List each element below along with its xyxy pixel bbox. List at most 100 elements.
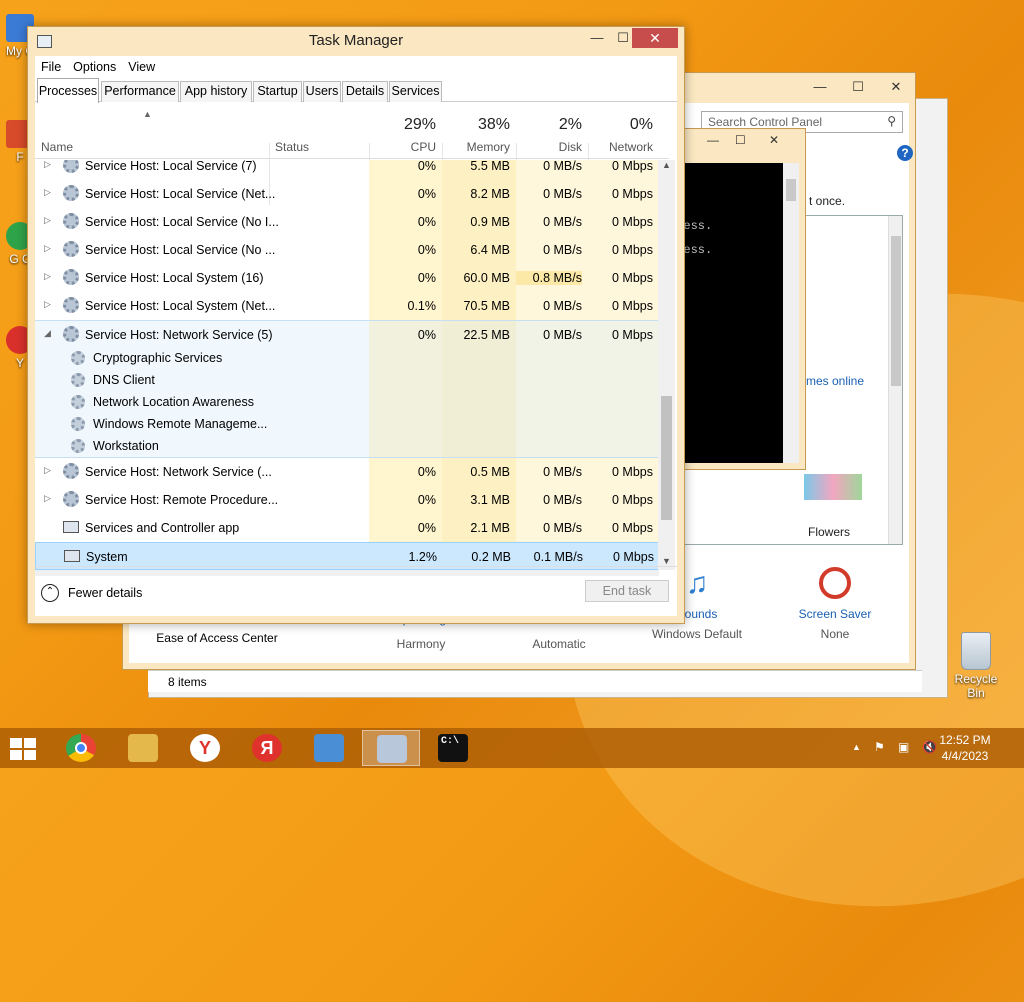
disk-label: Disk xyxy=(558,140,582,154)
close-button[interactable]: ✕ xyxy=(879,77,913,97)
service-child-row[interactable]: DNS Client xyxy=(35,369,659,391)
table-row[interactable]: ▷ Service Host: Network Service (... 0% … xyxy=(35,458,659,486)
memory-value: 2.1 MB xyxy=(470,521,510,535)
help-icon[interactable]: ? xyxy=(897,145,913,161)
close-button[interactable]: ✕ xyxy=(632,28,678,48)
end-task-button[interactable]: End task xyxy=(585,580,669,602)
minimize-button[interactable]: — xyxy=(584,28,610,48)
tab-details[interactable]: Details xyxy=(342,81,388,102)
cpu-value: 0% xyxy=(417,243,436,257)
taskbar-yandex[interactable]: Я xyxy=(238,730,296,766)
flowers-theme-thumb[interactable] xyxy=(804,474,862,500)
taskbar-chrome[interactable] xyxy=(52,730,110,766)
ease-of-access-item[interactable]: Ease of Access Center xyxy=(147,631,287,645)
scrollbar-thumb[interactable] xyxy=(891,236,901,386)
search-icon[interactable]: ⚲ xyxy=(887,114,896,128)
table-row[interactable]: ▷ Service Host: Local Service (7) 0% 5.5… xyxy=(35,160,659,180)
column-disk[interactable]: 2% Disk xyxy=(516,103,588,159)
minimize-button[interactable]: — xyxy=(803,77,837,97)
minimize-button[interactable]: — xyxy=(707,133,719,147)
expand-icon[interactable]: ▷ xyxy=(44,160,51,170)
table-row[interactable]: ◢ Service Host: Network Service (5) 0% 2… xyxy=(35,321,659,349)
disk-value: 0 MB/s xyxy=(543,299,582,313)
expand-icon[interactable]: ▷ xyxy=(44,465,51,476)
footer: ⌃ Fewer details End task xyxy=(35,566,677,616)
taskbar-control-panel[interactable] xyxy=(300,730,358,766)
theme-list-scrollbar[interactable] xyxy=(888,216,902,544)
fewer-details-link[interactable]: Fewer details xyxy=(68,586,142,600)
service-child-row[interactable]: Workstation xyxy=(35,435,659,457)
tab-users[interactable]: Users xyxy=(303,81,341,102)
scroll-up-icon[interactable]: ▲ xyxy=(658,160,675,174)
column-cpu[interactable]: 29% CPU xyxy=(369,103,442,159)
memory-value: 5.5 MB xyxy=(470,160,510,173)
get-more-themes-link[interactable]: mes online xyxy=(806,374,864,388)
item-value: Automatic xyxy=(532,637,586,651)
tab-performance[interactable]: Performance xyxy=(101,81,179,102)
close-button[interactable]: ✕ xyxy=(769,133,779,147)
console-scrollbar[interactable] xyxy=(783,163,799,463)
tab-services[interactable]: Services xyxy=(389,81,442,102)
service-gear-icon xyxy=(63,297,79,313)
disk-value: 0 MB/s xyxy=(543,493,582,507)
recycle-bin[interactable]: Recycle Bin xyxy=(946,632,1006,700)
column-network[interactable]: 0% Network xyxy=(588,103,659,159)
expanded-process-group[interactable]: ◢ Service Host: Network Service (5) 0% 2… xyxy=(35,320,659,458)
service-child-row[interactable]: Cryptographic Services xyxy=(35,347,659,369)
maximize-button[interactable]: ☐ xyxy=(735,133,746,147)
service-child-row[interactable]: Network Location Awareness xyxy=(35,391,659,413)
cpu-value: 0% xyxy=(417,521,436,535)
column-name[interactable]: Name xyxy=(41,140,73,154)
start-button[interactable] xyxy=(10,738,38,760)
table-row[interactable]: ▷ Service Host: Local Service (No ... 0%… xyxy=(35,236,659,264)
application-icon xyxy=(64,550,80,562)
scrollbar-thumb[interactable] xyxy=(786,179,796,201)
table-row[interactable]: Services and Controller app 0% 2.1 MB 0 … xyxy=(35,514,659,542)
table-row[interactable]: ▷ Service Host: Local Service (Net... 0%… xyxy=(35,180,659,208)
table-row[interactable]: ▷ Service Host: Local System (16) 0% 60.… xyxy=(35,264,659,292)
tab-processes[interactable]: Processes xyxy=(37,78,99,103)
process-name: Service Host: Local Service (7) xyxy=(85,160,257,173)
expand-icon[interactable]: ▷ xyxy=(44,215,51,226)
taskbar-file-explorer[interactable] xyxy=(114,730,172,766)
column-memory[interactable]: 38% Memory xyxy=(442,103,516,159)
tab-app-history[interactable]: App history xyxy=(180,81,252,102)
memory-label: Memory xyxy=(466,140,510,154)
search-placeholder: Search Control Panel xyxy=(708,115,823,129)
tab-startup[interactable]: Startup xyxy=(253,81,302,102)
task-manager-body: File Options View Processes Performance Ap… xyxy=(35,56,677,616)
expand-icon[interactable]: ▷ xyxy=(44,187,51,198)
menu-options[interactable]: Options xyxy=(67,56,122,74)
table-row[interactable]: ▷ Service Host: Local Service (No I... 0… xyxy=(35,208,659,236)
show-hidden-icons-button[interactable]: ▲ xyxy=(852,742,861,752)
menu-file[interactable]: File xyxy=(35,56,67,74)
scrollbar-thumb[interactable] xyxy=(661,396,672,520)
task-manager-window[interactable]: Task Manager — ☐ ✕ File Options View Proce… xyxy=(27,26,685,624)
process-list-scrollbar[interactable]: ▲ ▼ xyxy=(658,160,675,570)
cpu-value: 0.1% xyxy=(407,299,437,313)
process-list[interactable]: ▷ Service Host: Local Service (7) 0% 5.5… xyxy=(35,160,659,570)
maximize-button[interactable]: ☐ xyxy=(841,77,875,97)
service-child-row[interactable]: Windows Remote Manageme... xyxy=(35,413,659,435)
screen-saver-item[interactable]: Screen Saver None xyxy=(765,561,905,641)
menu-bar: File Options View xyxy=(35,56,677,78)
table-row[interactable]: ▷ Service Host: Remote Procedure... 0% 3… xyxy=(35,486,659,514)
taskbar-command-prompt[interactable]: C:\ xyxy=(424,730,482,766)
taskbar-yandex-browser[interactable]: Y xyxy=(176,730,234,766)
expand-icon[interactable]: ▷ xyxy=(44,271,51,282)
expand-icon[interactable]: ▷ xyxy=(44,493,51,504)
network-icon[interactable]: ▣ xyxy=(898,740,909,754)
cpu-value: 1.2% xyxy=(408,550,438,564)
action-center-icon[interactable]: ⚑ xyxy=(874,740,885,754)
chevron-up-icon[interactable]: ⌃ xyxy=(41,584,59,602)
expand-icon[interactable]: ▷ xyxy=(44,299,51,310)
menu-view[interactable]: View xyxy=(122,56,161,74)
table-row[interactable]: ▷ Service Host: Local System (Net... 0.1… xyxy=(35,292,659,320)
column-status[interactable]: Status xyxy=(275,140,309,154)
taskbar-task-manager[interactable] xyxy=(362,730,420,766)
service-name: Windows Remote Manageme... xyxy=(93,417,268,431)
item-count: 8 items xyxy=(168,675,207,689)
expand-icon[interactable]: ▷ xyxy=(44,243,51,254)
system-clock[interactable]: 12:52 PM 4/4/2023 xyxy=(930,732,1000,764)
collapse-icon[interactable]: ◢ xyxy=(44,328,51,339)
